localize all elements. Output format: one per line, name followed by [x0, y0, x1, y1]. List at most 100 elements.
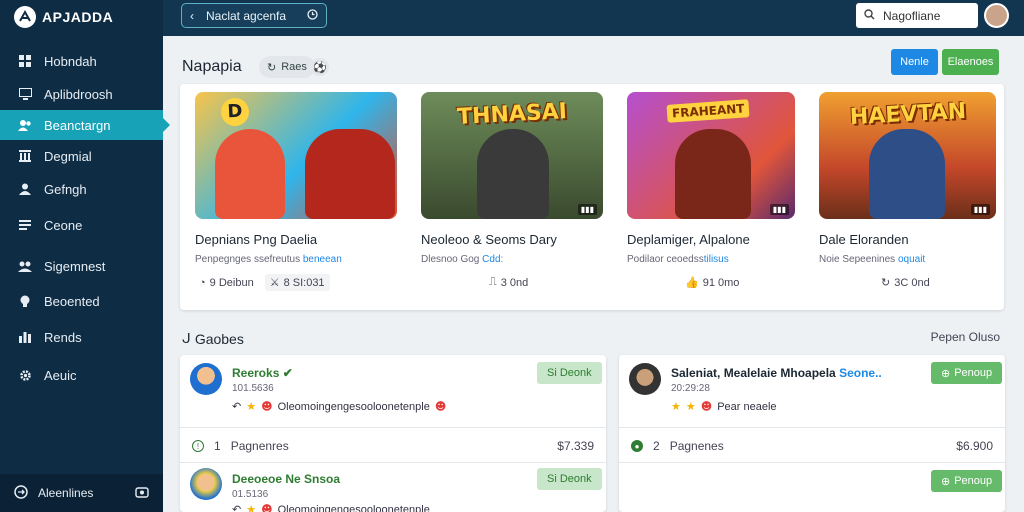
- sidebar-item-rends[interactable]: Rends: [0, 322, 163, 352]
- search-value: Nagofliane: [883, 8, 941, 23]
- sidebar-item-beanctargn[interactable]: Beanctargn: [0, 110, 170, 140]
- game-tag: ▮▮▮: [769, 204, 789, 215]
- reply-icon: ↶: [232, 504, 242, 512]
- player-reactions: ★ ★ ☻ Pear neaele: [671, 400, 777, 413]
- filter-chip[interactable]: ↻ Raes: [259, 56, 315, 78]
- thumbs-up-icon: 👍: [685, 277, 699, 289]
- emoji-icon: ☻: [434, 400, 447, 413]
- topbar: ‹ Naclat agcenfa Nagofliane: [163, 0, 1024, 36]
- primary-button[interactable]: Nenle: [891, 49, 938, 75]
- game-subtitle: Podilaor ceoedsstilisus: [627, 254, 729, 265]
- game-thumbnail: HAEVTAN ▮▮▮: [819, 92, 996, 219]
- plus-icon: ⊕: [941, 367, 951, 380]
- sidebar-item-label: Gefngh: [44, 181, 87, 197]
- sidebar: APJADDA Hobndah Aplibdroosh Beanctargn D…: [0, 0, 170, 512]
- game-banner: HAEVTAN: [848, 98, 967, 131]
- game-card[interactable]: D Depnians Png Daelia Penpegnges ssefreu…: [195, 92, 397, 265]
- divider: [180, 427, 606, 428]
- search-input[interactable]: Nagofliane: [856, 3, 978, 28]
- star-icon: ★: [246, 400, 257, 413]
- users-icon: [18, 118, 32, 132]
- player-meta: 20:29:28: [671, 383, 710, 394]
- player-name[interactable]: Deeoeoe Ne Snsoa: [232, 472, 340, 486]
- sidebar-item-label: Ceone: [44, 217, 83, 233]
- game-banner: THNASAI: [456, 99, 568, 130]
- chevron-left-icon: ‹: [190, 8, 194, 23]
- success-button[interactable]: Elaenoes: [942, 49, 999, 75]
- bulb-icon: [18, 294, 32, 308]
- sidebar-item-gefngh[interactable]: Gefngh: [0, 174, 163, 204]
- follow-button[interactable]: Si Deonk: [537, 362, 602, 384]
- game-title: Deplamiger, Alpalone: [627, 232, 750, 247]
- plus-icon: ⊕: [941, 475, 951, 488]
- player-price: $7.339: [557, 439, 594, 453]
- player-price: $6.900: [956, 439, 993, 453]
- avatar[interactable]: [190, 468, 222, 500]
- section-title: ᒍ Gaobes: [182, 330, 244, 347]
- character-figure: [215, 129, 285, 219]
- gear-icon: [18, 368, 32, 382]
- sidebar-item-aplibdroosh[interactable]: Aplibdroosh: [0, 79, 163, 109]
- game-thumbnail: D: [195, 92, 397, 219]
- trophy-icon: ⎍: [489, 276, 497, 288]
- game-card[interactable]: HAEVTAN ▮▮▮ Dale Eloranden Noie Sepeenin…: [819, 92, 996, 265]
- stat-chip: 👍 91 0mo: [685, 276, 740, 290]
- game-stats: ◔ 9 Deibun ⚔ 8 SI:031: [194, 274, 330, 291]
- app-logo[interactable]: APJADDA: [14, 5, 113, 29]
- player-card: Reeroks ✔ 101.5636 ↶ ★ ☻ Oleomoingengesool…: [180, 355, 606, 512]
- star-icon: ★: [685, 400, 696, 413]
- follow-button[interactable]: ⊕ Penoup: [931, 470, 1003, 492]
- game-card[interactable]: THNASAI ▮▮▮ Neoleoo & Seoms Dary Dlesnoo…: [421, 92, 603, 265]
- player-name[interactable]: Reeroks ✔: [232, 366, 293, 380]
- sidebar-item-label: Hobndah: [44, 53, 97, 69]
- sidebar-item-label: Rends: [44, 329, 82, 345]
- game-subtitle: Penpegnges ssefreutus beneean: [195, 254, 342, 265]
- sidebar-item-beoented[interactable]: Beoented: [0, 286, 163, 316]
- player-footer: ! 1 Pagnenres: [192, 439, 289, 453]
- character-figure: [477, 129, 549, 219]
- monitor-icon: [18, 87, 32, 101]
- game-banner: FRAHEANT: [666, 99, 751, 123]
- emoji-icon: ☻: [261, 503, 273, 512]
- back-label: Naclat agcenfa: [206, 8, 287, 23]
- bars-icon: [18, 330, 32, 344]
- stat-chip: ↻ 3C 0nd: [881, 276, 930, 290]
- sidebar-footer[interactable]: Aleenlines: [0, 474, 163, 512]
- sidebar-item-sigemnest[interactable]: Sigemnest: [0, 251, 163, 281]
- player-card: Saleniat, Mealelaie Mhoapela Seone.. 20:…: [619, 355, 1005, 512]
- character-figure: [869, 129, 945, 219]
- player-footer: ● 2 Pagnenes: [631, 439, 724, 453]
- sidebar-item-hobndah[interactable]: Hobndah: [0, 46, 163, 76]
- star-icon: ★: [671, 400, 681, 413]
- follow-button[interactable]: ⊕ Penoup: [931, 362, 1003, 384]
- back-button[interactable]: ‹ Naclat agcenfa: [181, 3, 327, 28]
- sidebar-item-label: Aeuic: [44, 367, 77, 383]
- game-stats: ↻ 3C 0nd: [876, 274, 935, 291]
- logout-icon: [14, 484, 28, 502]
- sidebar-item-degmial[interactable]: Degmial: [0, 141, 163, 171]
- settings-icon[interactable]: [135, 485, 149, 502]
- stat-chip: ◔ 9 Deibun: [199, 276, 254, 289]
- sidebar-item-aeuic[interactable]: Aeuic: [0, 360, 163, 390]
- avatar[interactable]: [629, 363, 661, 395]
- game-card[interactable]: FRAHEANT ▮▮▮ Deplamiger, Alpalone Podila…: [627, 92, 795, 265]
- sword-icon: ⚔: [269, 277, 280, 289]
- game-stats: ⎍ 3 0nd: [484, 274, 533, 291]
- stat-chip: ⎍ 3 0nd: [489, 276, 529, 289]
- player-name[interactable]: Saleniat, Mealelaie Mhoapela Seone..: [671, 366, 882, 380]
- sidebar-item-label: Aplibdroosh: [44, 86, 113, 102]
- follow-button[interactable]: Si Deonk: [537, 468, 602, 490]
- game-tag: ▮▮▮: [577, 204, 597, 215]
- sidebar-item-label: Beoented: [44, 293, 100, 309]
- avatar[interactable]: [190, 363, 222, 395]
- player-reactions: ↶ ★ ☻ Oleomoingengesooloonetenple: [232, 503, 430, 512]
- reply-icon: ↶: [232, 401, 242, 413]
- sidebar-item-ceone[interactable]: Ceone: [0, 210, 163, 240]
- sidebar-item-label: Sigemnest: [44, 258, 106, 274]
- user-avatar[interactable]: [984, 3, 1009, 28]
- game-thumbnail: FRAHEANT ▮▮▮: [627, 92, 795, 219]
- soccer-ball-icon[interactable]: ⚽: [311, 58, 329, 76]
- game-subtitle: Dlesnoo Gog Cdd:: [421, 254, 504, 265]
- search-icon: [864, 8, 875, 23]
- section-link[interactable]: Pepen Oluso: [931, 330, 1000, 344]
